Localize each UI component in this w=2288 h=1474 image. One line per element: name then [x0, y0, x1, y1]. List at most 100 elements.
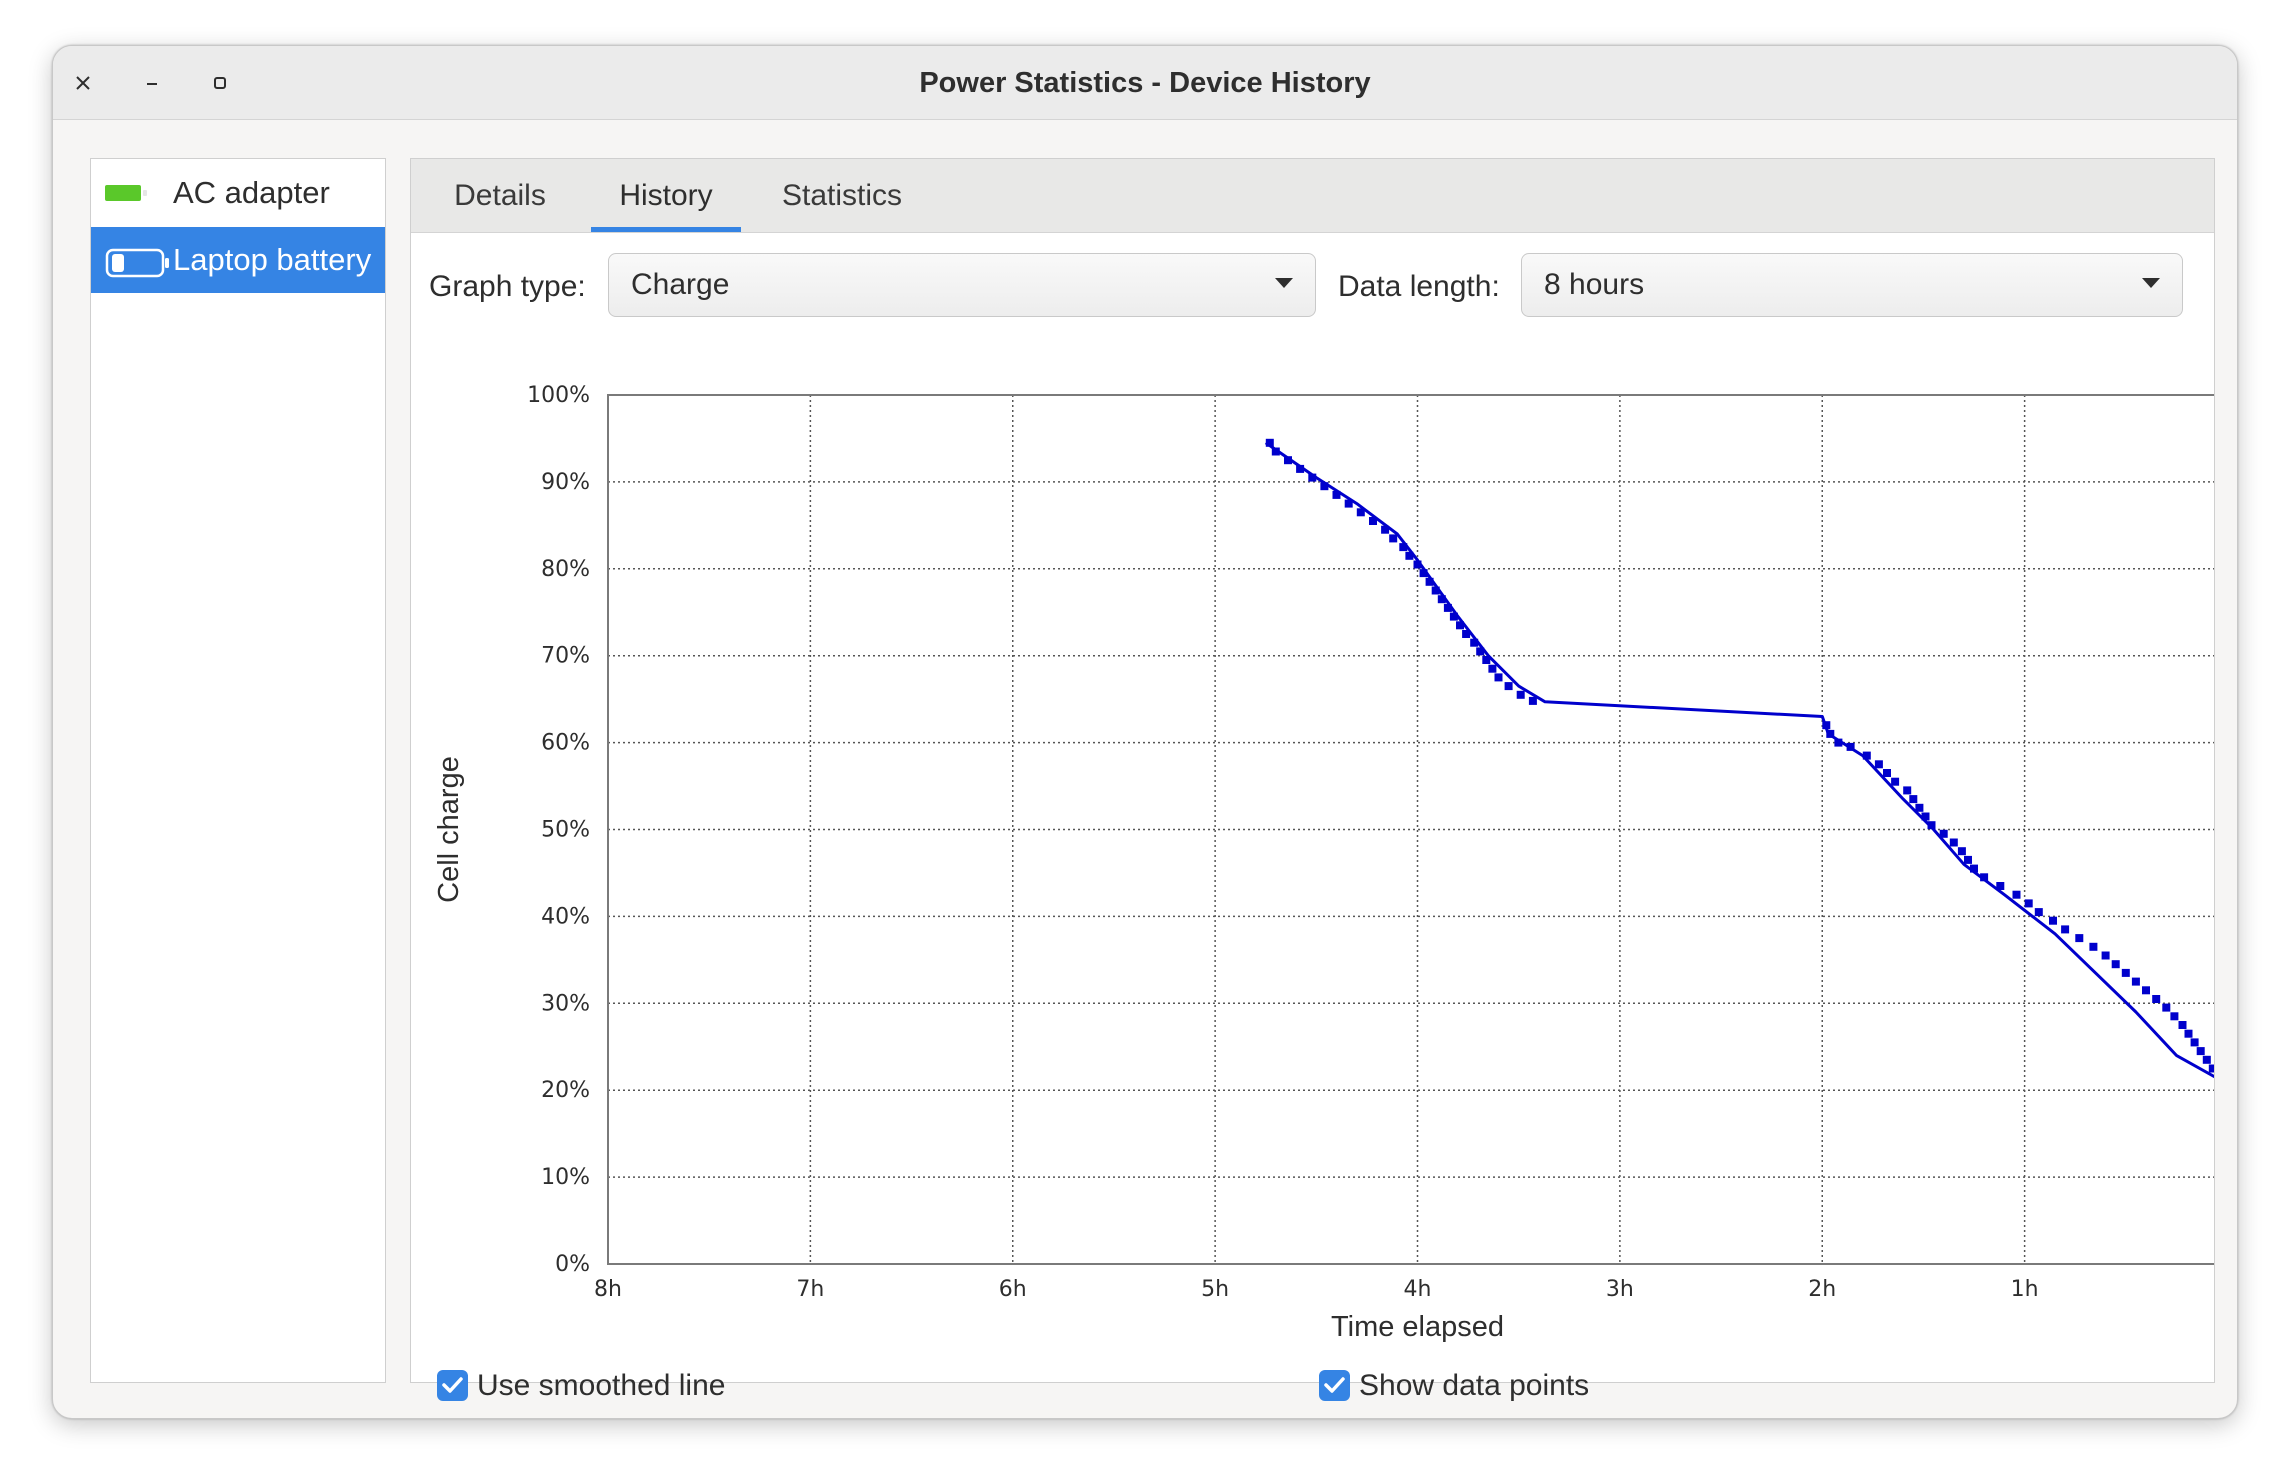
x-axis-label: Time elapsed: [1331, 1311, 1504, 1343]
data-point: [1431, 586, 1440, 595]
data-point: [2131, 977, 2140, 986]
data-point: [1399, 543, 1408, 552]
data-point: [2178, 1021, 2187, 1029]
x-tick-label: 4h: [1404, 1277, 1432, 1302]
device-list: AC adapter Laptop battery: [90, 158, 386, 1383]
data-point: [1405, 551, 1414, 560]
x-tick-label: 1h: [2011, 1277, 2039, 1302]
charge-history-chart: 8h7h6h5h4h3h2h1h0s0%10%20%30%40%50%60%70…: [433, 383, 2214, 1343]
data-point: [2142, 986, 2150, 995]
data-point: [1308, 473, 1317, 482]
data-point: [1482, 656, 1491, 664]
data-point: [1939, 829, 1948, 838]
ac-adapter-icon: [105, 181, 151, 210]
data-point: [2034, 908, 2043, 917]
data-point: [1296, 464, 1305, 473]
data-point: [1903, 786, 1912, 795]
data-point: [1834, 738, 1843, 747]
data-point: [1443, 603, 1452, 612]
y-tick-label: 60%: [541, 731, 590, 756]
data-point: [1419, 569, 1428, 578]
data-point: [1921, 812, 1930, 821]
device-item-ac-adapter[interactable]: AC adapter: [91, 160, 385, 226]
app-window: Power Statistics - Device History AC ada…: [52, 45, 2238, 1419]
data-point: [2061, 925, 2070, 934]
data-point: [1413, 560, 1422, 569]
data-point: [2202, 1055, 2211, 1064]
smoothed-line-label: Use smoothed line: [477, 1369, 726, 1402]
y-tick-label: 80%: [541, 557, 590, 582]
data-point: [1891, 777, 1900, 786]
data-point: [1822, 721, 1831, 730]
data-point: [2196, 1047, 2205, 1056]
data-point: [1284, 456, 1292, 465]
data-point: [1470, 638, 1479, 647]
data-point: [1369, 517, 1377, 525]
x-tick-label: 5h: [1201, 1277, 1229, 1302]
device-label: Laptop battery: [173, 242, 372, 277]
x-tick-label: 7h: [796, 1277, 824, 1302]
show-data-points-label: Show data points: [1359, 1369, 1590, 1402]
data-point: [1356, 508, 1365, 517]
data-point: [2101, 951, 2110, 960]
x-tick-label: 8h: [594, 1277, 622, 1302]
y-tick-label: 40%: [541, 904, 590, 929]
data-point: [1862, 751, 1871, 760]
data-point: [1381, 525, 1390, 534]
data-point: [1915, 803, 1924, 812]
data-point: [1494, 673, 1503, 682]
data-point: [2121, 968, 2130, 977]
data-point: [1488, 664, 1497, 673]
x-tick-label: 3h: [1606, 1277, 1634, 1302]
window-title: Power Statistics - Device History: [919, 67, 1371, 99]
data-point: [1996, 882, 2005, 890]
data-point: [1265, 438, 1274, 447]
data-point: [1949, 838, 1958, 847]
data-point: [2111, 960, 2120, 969]
data-point: [2152, 995, 2161, 1003]
device-item-laptop-battery[interactable]: Laptop battery: [91, 227, 385, 293]
checkbox-checked-icon: [1319, 1370, 1350, 1401]
data-point: [1957, 847, 1966, 856]
y-tick-label: 90%: [541, 470, 590, 495]
titlebar: Power Statistics - Device History: [53, 46, 2237, 120]
data-point: [1449, 612, 1458, 621]
y-tick-label: 100%: [527, 383, 590, 408]
data-point: [2190, 1038, 2199, 1047]
x-tick-label: 6h: [999, 1277, 1027, 1302]
data-point: [1344, 499, 1353, 508]
data-point: [2208, 1064, 2214, 1073]
history-notebook: Details History Statistics Graph type: C…: [410, 158, 2215, 1402]
data-point: [1516, 690, 1525, 699]
data-point: [1883, 769, 1891, 777]
battery-icon: [105, 248, 171, 283]
data-point: [2049, 916, 2057, 925]
data-point: [1970, 864, 1978, 873]
data-point: [1927, 821, 1936, 830]
data-point: [1528, 696, 1537, 705]
data-point: [1425, 577, 1434, 586]
data-point: [1504, 682, 1513, 691]
y-tick-label: 0%: [555, 1252, 590, 1277]
data-point: [2089, 942, 2098, 951]
data-point: [1437, 595, 1446, 604]
device-label: AC adapter: [173, 175, 330, 210]
checkbox-checked-icon: [437, 1370, 468, 1401]
data-point: [2162, 1003, 2171, 1012]
y-axis-label: Cell charge: [433, 756, 465, 903]
data-point: [1332, 490, 1341, 499]
data-point: [2012, 890, 2021, 899]
data-point: [2075, 934, 2084, 943]
data-point: [1320, 482, 1329, 491]
data-point: [1456, 621, 1464, 630]
data-point: [2024, 899, 2033, 908]
y-tick-label: 50%: [541, 818, 590, 843]
y-tick-label: 20%: [541, 1078, 590, 1103]
data-point: [1980, 873, 1989, 882]
data-point: [1826, 729, 1835, 738]
data-point: [1909, 795, 1918, 804]
data-point: [1874, 760, 1883, 769]
x-tick-label: 2h: [1808, 1277, 1836, 1302]
data-point: [1846, 742, 1855, 751]
data-point: [2170, 1012, 2179, 1021]
